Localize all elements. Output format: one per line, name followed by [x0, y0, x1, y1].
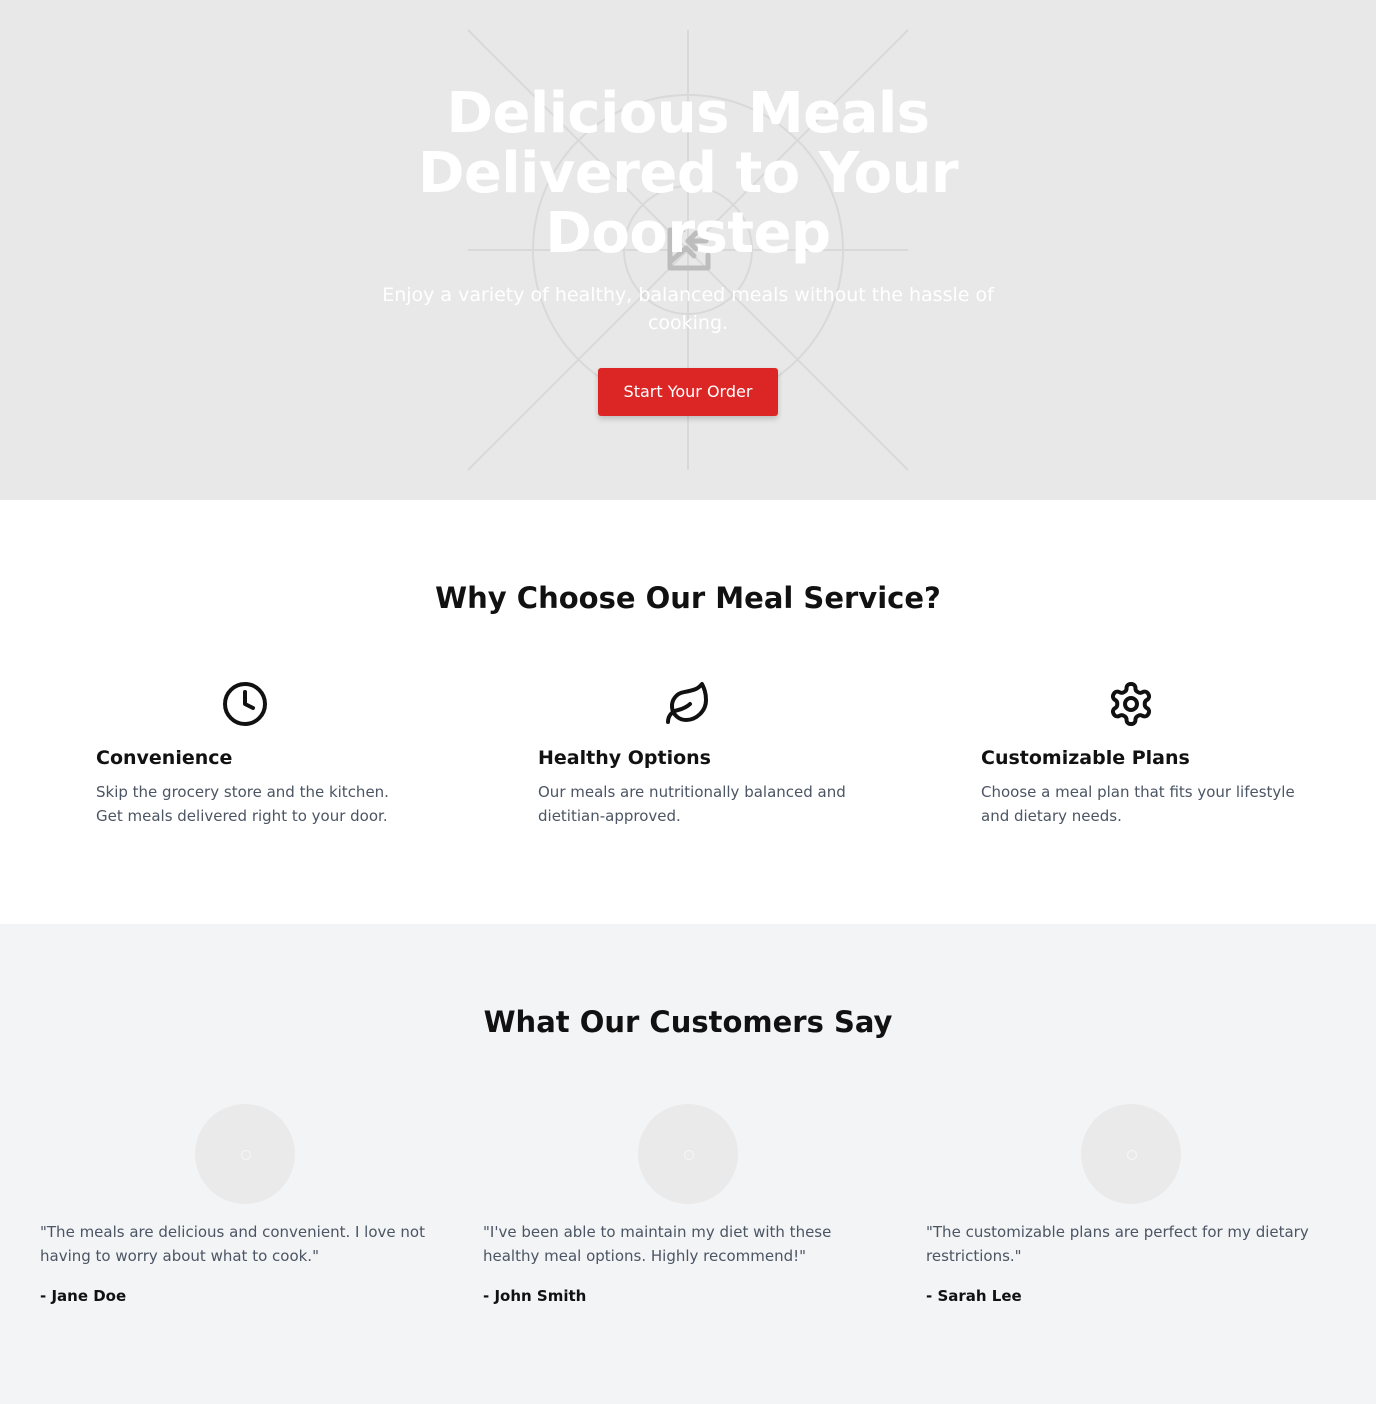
- hero-subtitle: Enjoy a variety of healthy, balanced mea…: [382, 284, 994, 334]
- feature-text: Choose a meal plan that fits your lifest…: [981, 783, 1295, 825]
- start-order-button[interactable]: Start Your Order: [598, 368, 778, 416]
- testimonial-quote: "The customizable plans are perfect for …: [926, 1223, 1309, 1265]
- testimonial-author: - Jane Doe: [40, 1287, 127, 1305]
- hero-title: Delicious Meals Delivered to Your Doorst…: [417, 81, 959, 266]
- feature-text: Skip the grocery store and the kitchen. …: [96, 783, 389, 825]
- testimonial-author: - Sarah Lee: [926, 1287, 1022, 1305]
- testimonial-quote: "I've been able to maintain my diet with…: [483, 1223, 832, 1265]
- testimonial-author: - John Smith: [483, 1287, 587, 1305]
- features-title: Why Choose Our Meal Service?: [435, 581, 941, 615]
- avatar: [195, 1104, 295, 1204]
- feature-title: Convenience: [96, 747, 233, 769]
- testimonial-quote: "The meals are delicious and convenient.…: [40, 1223, 425, 1265]
- hero-section: Delicious Meals Delivered to Your Doorst…: [0, 0, 1376, 500]
- feature-title: Healthy Options: [538, 747, 711, 769]
- testimonials-section: What Our Customers Say "The meals are de…: [0, 924, 1376, 1404]
- hero-content: Delicious Meals Delivered to Your Doorst…: [0, 0, 1376, 500]
- avatar: [1081, 1104, 1181, 1204]
- clock-icon: [221, 680, 269, 728]
- gear-icon: [1107, 680, 1155, 728]
- feature-title: Customizable Plans: [981, 747, 1190, 769]
- avatar: [638, 1104, 738, 1204]
- feature-text: Our meals are nutritionally balanced and…: [538, 783, 846, 825]
- leaf-icon: [664, 680, 712, 728]
- testimonials-title: What Our Customers Say: [483, 1005, 893, 1039]
